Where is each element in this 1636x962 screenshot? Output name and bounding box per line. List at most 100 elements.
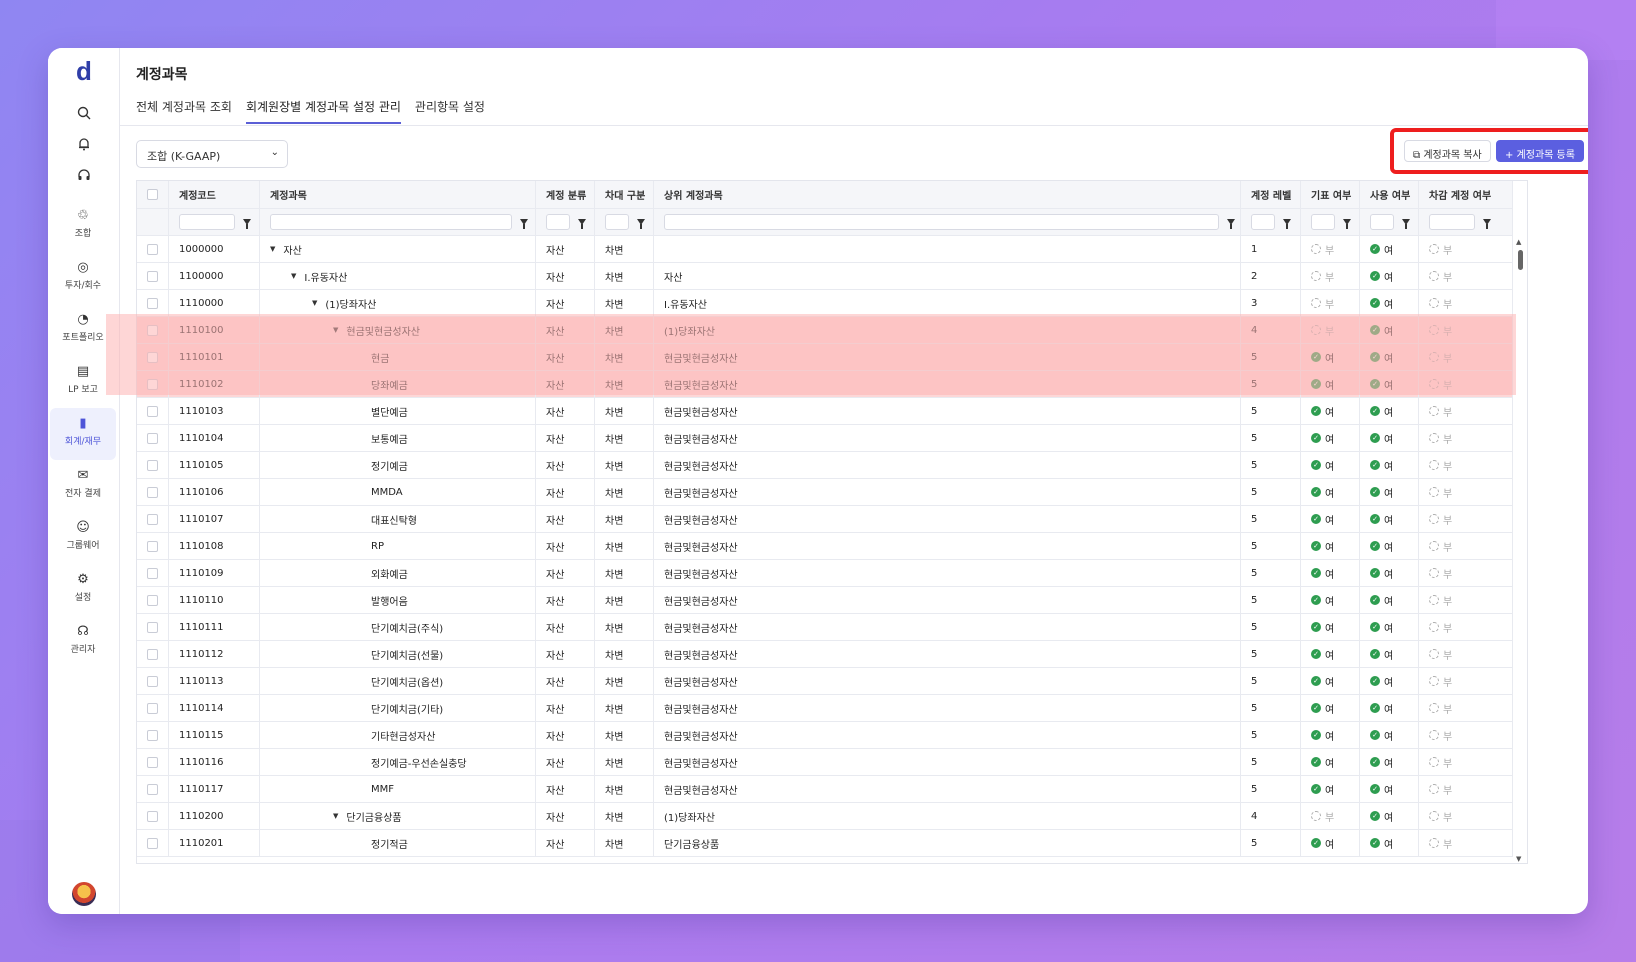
filter-icon[interactable] bbox=[1227, 219, 1235, 229]
table-row[interactable]: 1110105 정기예금 자산 차변 현금및현금성자산 5 ✓ 여 ✓ 여 부 bbox=[137, 452, 1513, 479]
table-row[interactable]: 1110101 현금 자산 차변 현금및현금성자산 5 ✓ 여 ✓ 여 부 bbox=[137, 344, 1513, 371]
row-checkbox[interactable] bbox=[147, 837, 158, 849]
table-row[interactable]: 1110108 RP 자산 차변 현금및현금성자산 5 ✓ 여 ✓ 여 부 bbox=[137, 533, 1513, 560]
sidebar-item-portfolio[interactable]: ◔ 포트폴리오 bbox=[50, 304, 116, 356]
row-checkbox[interactable] bbox=[147, 540, 158, 552]
expand-caret-icon[interactable]: ▼ bbox=[270, 245, 275, 253]
row-checkbox[interactable] bbox=[147, 783, 158, 795]
sidebar-item-groupware[interactable]: ☺ 그룹웨어 bbox=[50, 512, 116, 564]
sidebar-item-investment[interactable]: ◎ 투자/회수 bbox=[50, 252, 116, 304]
headphones-icon[interactable] bbox=[48, 168, 120, 186]
table-row[interactable]: 1110117 MMF 자산 차변 현금및현금성자산 5 ✓ 여 ✓ 여 부 bbox=[137, 776, 1513, 803]
table-row[interactable]: 1110107 대표신탁형 자산 차변 현금및현금성자산 5 ✓ 여 ✓ 여 부 bbox=[137, 506, 1513, 533]
row-checkbox[interactable] bbox=[147, 378, 158, 390]
sidebar-item-admin[interactable]: ☊ 관리자 bbox=[50, 616, 116, 668]
table-row[interactable]: 1110110 발행어음 자산 차변 현금및현금성자산 5 ✓ 여 ✓ 여 부 bbox=[137, 587, 1513, 614]
row-checkbox[interactable] bbox=[147, 594, 158, 606]
table-row[interactable]: 1110116 정기예금-우선손실충당 자산 차변 현금및현금성자산 5 ✓ 여 ✓ 여 부 bbox=[137, 749, 1513, 776]
row-checkbox[interactable] bbox=[147, 729, 158, 741]
row-checkbox[interactable] bbox=[147, 270, 158, 282]
ledger-select[interactable]: 조합 (K-GAAP) ⌄ bbox=[136, 140, 288, 168]
table-row[interactable]: 1110113 단기예치금(옵션) 자산 차변 현금및현금성자산 5 ✓ 여 ✓ 여 부 bbox=[137, 668, 1513, 695]
filter-input[interactable] bbox=[1370, 214, 1394, 230]
row-checkbox[interactable] bbox=[147, 243, 158, 255]
table-row[interactable]: 1100000 ▼ I.유동자산 자산 차변 자산 2 부 ✓ 여 부 bbox=[137, 263, 1513, 290]
avatar[interactable] bbox=[72, 882, 96, 906]
row-checkbox[interactable] bbox=[147, 297, 158, 309]
scroll-up-icon[interactable]: ▲ bbox=[1516, 238, 1521, 246]
table-row[interactable]: 1110114 단기예치금(기타) 자산 차변 현금및현금성자산 5 ✓ 여 ✓ 여 부 bbox=[137, 695, 1513, 722]
scroll-down-icon[interactable]: ▼ bbox=[1516, 855, 1521, 863]
filter-input[interactable] bbox=[1311, 214, 1335, 230]
row-checkbox[interactable] bbox=[147, 459, 158, 471]
filter-icon[interactable] bbox=[243, 219, 251, 229]
table-row[interactable]: 1000000 ▼ 자산 자산 차변 1 부 ✓ 여 부 bbox=[137, 236, 1513, 263]
expand-caret-icon[interactable]: ▼ bbox=[291, 272, 296, 280]
column-header[interactable]: 계정 레벨 bbox=[1241, 181, 1301, 208]
row-checkbox[interactable] bbox=[147, 756, 158, 768]
row-checkbox[interactable] bbox=[147, 810, 158, 822]
row-checkbox[interactable] bbox=[147, 351, 158, 363]
table-row[interactable]: 1110111 단기예치금(주식) 자산 차변 현금및현금성자산 5 ✓ 여 ✓ 여 부 bbox=[137, 614, 1513, 641]
column-header[interactable]: 계정 분류 bbox=[536, 181, 595, 208]
table-row[interactable]: 1110115 기타현금성자산 자산 차변 현금및현금성자산 5 ✓ 여 ✓ 여 부 bbox=[137, 722, 1513, 749]
table-row[interactable]: 1110109 외화예금 자산 차변 현금및현금성자산 5 ✓ 여 ✓ 여 부 bbox=[137, 560, 1513, 587]
row-checkbox[interactable] bbox=[147, 486, 158, 498]
filter-input[interactable] bbox=[546, 214, 570, 230]
filter-icon[interactable] bbox=[1483, 219, 1491, 229]
filter-icon[interactable] bbox=[520, 219, 528, 229]
filter-input[interactable] bbox=[664, 214, 1219, 230]
row-checkbox[interactable] bbox=[147, 621, 158, 633]
filter-icon[interactable] bbox=[578, 219, 586, 229]
table-row[interactable]: 1110200 ▼ 단기금융상품 자산 차변 (1)당좌자산 4 부 ✓ 여 부 bbox=[137, 803, 1513, 830]
filter-icon[interactable] bbox=[1402, 219, 1410, 229]
row-checkbox[interactable] bbox=[147, 513, 158, 525]
column-header[interactable]: 기표 여부 bbox=[1301, 181, 1360, 208]
filter-input[interactable] bbox=[179, 214, 235, 230]
filter-input[interactable] bbox=[1251, 214, 1275, 230]
filter-icon[interactable] bbox=[1343, 219, 1351, 229]
tab-management-items[interactable]: 관리항목 설정 bbox=[415, 92, 485, 124]
column-header[interactable]: 상위 계정과목 bbox=[654, 181, 1241, 208]
table-row[interactable]: 1110100 ▼ 현금및현금성자산 자산 차변 (1)당좌자산 4 부 ✓ 여 부 bbox=[137, 317, 1513, 344]
app-logo[interactable]: d bbox=[48, 56, 120, 87]
filter-input[interactable] bbox=[1429, 214, 1475, 230]
select-all-checkbox[interactable] bbox=[147, 189, 158, 200]
expand-caret-icon[interactable]: ▼ bbox=[333, 326, 338, 334]
table-row[interactable]: 1110106 MMDA 자산 차변 현금및현금성자산 5 ✓ 여 ✓ 여 부 bbox=[137, 479, 1513, 506]
scroll-thumb[interactable] bbox=[1518, 250, 1523, 270]
filter-icon[interactable] bbox=[637, 219, 645, 229]
row-checkbox[interactable] bbox=[147, 432, 158, 444]
table-row[interactable]: 1110102 당좌예금 자산 차변 현금및현금성자산 5 ✓ 여 ✓ 여 부 bbox=[137, 371, 1513, 398]
table-row[interactable]: 1110000 ▼ (1)당좌자산 자산 차변 I.유동자산 3 부 ✓ 여 부 bbox=[137, 290, 1513, 317]
row-checkbox[interactable] bbox=[147, 405, 158, 417]
copy-account-button[interactable]: ⧉ 계정과목 복사 bbox=[1404, 140, 1491, 162]
sidebar-item-e-approval[interactable]: ✉ 전자 결제 bbox=[50, 460, 116, 512]
bell-icon[interactable] bbox=[48, 137, 120, 155]
column-header[interactable]: 계정과목 bbox=[260, 181, 536, 208]
tab-all-accounts[interactable]: 전체 계정과목 조회 bbox=[136, 92, 232, 124]
expand-caret-icon[interactable]: ▼ bbox=[312, 299, 317, 307]
sidebar-item-settings[interactable]: ⚙ 설정 bbox=[50, 564, 116, 616]
vertical-scrollbar[interactable]: ▲ ▼ bbox=[1513, 236, 1527, 863]
column-header[interactable]: 사용 여부 bbox=[1360, 181, 1419, 208]
row-checkbox[interactable] bbox=[147, 567, 158, 579]
row-checkbox[interactable] bbox=[147, 675, 158, 687]
column-header[interactable]: 차대 구분 bbox=[595, 181, 654, 208]
table-row[interactable]: 1110104 보통예금 자산 차변 현금및현금성자산 5 ✓ 여 ✓ 여 부 bbox=[137, 425, 1513, 452]
sidebar-item-lp-report[interactable]: ▤ LP 보고 bbox=[50, 356, 116, 408]
column-header[interactable]: 계정코드 bbox=[169, 181, 260, 208]
add-account-button[interactable]: + 계정과목 등록 bbox=[1496, 140, 1584, 162]
table-row[interactable]: 1110201 정기적금 자산 차변 단기금융상품 5 ✓ 여 ✓ 여 부 bbox=[137, 830, 1513, 857]
filter-input[interactable] bbox=[605, 214, 629, 230]
row-checkbox[interactable] bbox=[147, 702, 158, 714]
table-row[interactable]: 1110112 단기예치금(선물) 자산 차변 현금및현금성자산 5 ✓ 여 ✓ 여 부 bbox=[137, 641, 1513, 668]
search-icon[interactable] bbox=[48, 106, 120, 124]
column-header[interactable]: 차감 계정 여부 bbox=[1419, 181, 1513, 208]
table-row[interactable]: 1110103 별단예금 자산 차변 현금및현금성자산 5 ✓ 여 ✓ 여 부 bbox=[137, 398, 1513, 425]
filter-icon[interactable] bbox=[1283, 219, 1291, 229]
filter-input[interactable] bbox=[270, 214, 512, 230]
row-checkbox[interactable] bbox=[147, 324, 158, 336]
sidebar-item-fund[interactable]: ♲ 조합 bbox=[50, 200, 116, 252]
row-checkbox[interactable] bbox=[147, 648, 158, 660]
